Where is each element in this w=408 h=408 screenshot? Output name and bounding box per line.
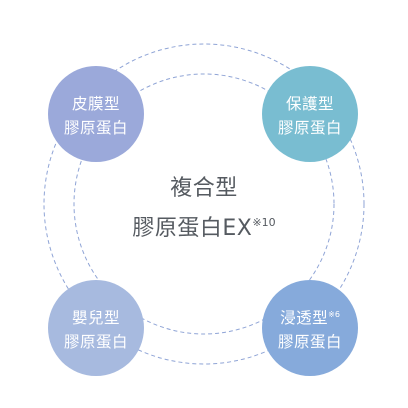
- bubble-subtitle: 膠原蛋白: [63, 118, 128, 137]
- center-subtitle-text: 膠原蛋白EX: [132, 216, 253, 241]
- bubble-title: 保護型: [286, 89, 334, 116]
- bubble-protective-type: 保護型 膠原蛋白: [262, 66, 358, 162]
- bubble-title: 皮膜型: [72, 89, 120, 116]
- center-note: ※10: [252, 216, 276, 229]
- bubble-subtitle: 膠原蛋白: [63, 332, 128, 351]
- bubble-title-text: 皮膜型: [71, 94, 120, 113]
- bubble-baby-type: 嬰兒型 膠原蛋白: [48, 280, 144, 376]
- bubble-title: 浸透型※6: [280, 303, 340, 330]
- bubble-title-text: 浸透型: [280, 308, 329, 327]
- bubble-title-text: 嬰兒型: [71, 308, 120, 327]
- center-label: 複合型 膠原蛋白EX※10: [104, 172, 304, 246]
- bubble-subtitle: 膠原蛋白: [277, 118, 342, 137]
- bubble-title-text: 保護型: [285, 94, 334, 113]
- bubble-film-type: 皮膜型 膠原蛋白: [48, 66, 144, 162]
- collagen-diagram: 複合型 膠原蛋白EX※10 皮膜型 膠原蛋白 保護型 膠原蛋白 嬰兒型 膠原蛋白…: [0, 0, 408, 408]
- bubble-subtitle: 膠原蛋白: [277, 332, 342, 351]
- center-title: 複合型: [170, 176, 238, 201]
- bubble-penetrating-type: 浸透型※6 膠原蛋白: [262, 280, 358, 376]
- bubble-note: ※6: [328, 309, 340, 319]
- center-subtitle: 膠原蛋白EX※10: [104, 206, 304, 246]
- bubble-title: 嬰兒型: [72, 303, 120, 330]
